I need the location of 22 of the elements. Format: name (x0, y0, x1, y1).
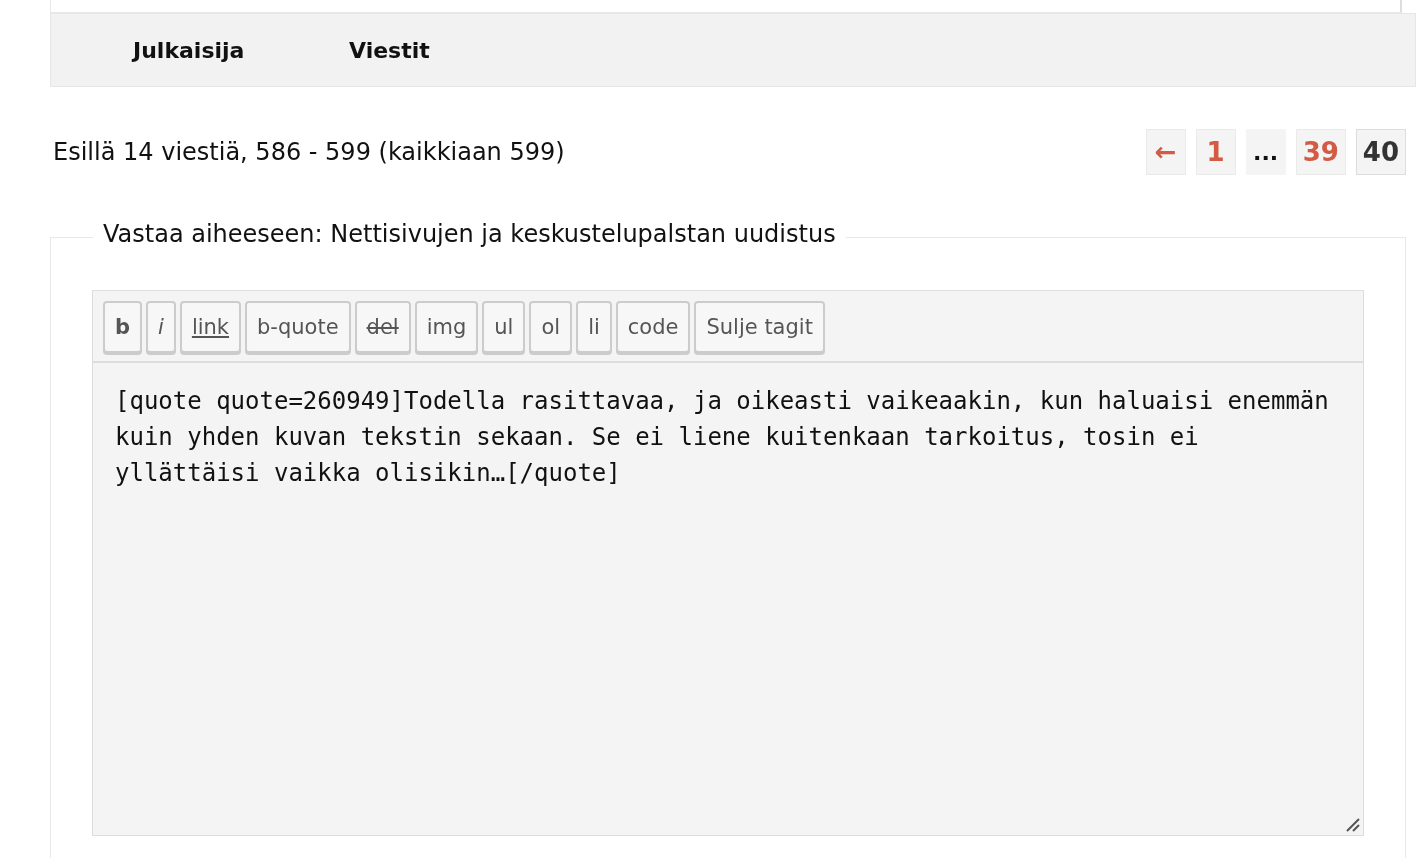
format-button[interactable]: img (414, 301, 479, 353)
page-link[interactable]: 39 (1295, 129, 1346, 175)
format-button[interactable]: link (179, 301, 242, 353)
message-field[interactable]: [quote quote=260949]Todella rasittavaa, ja oikeasti vaikeaakin, kun haluaisi enemmän kuin yhden kuvan tekstin sekaan. Se ei liene kuitenkaan tarkoitus, tosin ei yllättäisi vaikka olisikin…[/quote] (92, 362, 1364, 836)
page-link[interactable]: 1 (1195, 129, 1236, 175)
reply-form-title: Vastaa aiheeseen: Nettisivujen ja keskustelupalstan uudistus (93, 220, 846, 248)
format-button[interactable]: Sulje tagit (694, 301, 825, 353)
format-button[interactable]: i (146, 301, 176, 353)
format-button[interactable]: b-quote (245, 301, 351, 353)
column-header: Viestit (349, 37, 430, 63)
resize-handle-icon[interactable] (1346, 818, 1360, 832)
pagination-ellipsis: ... (1245, 129, 1286, 175)
post-count-text: Esillä 14 viestiä, 586 - 599 (kaikkiaan 599) (53, 138, 565, 166)
format-button[interactable]: code (615, 301, 691, 353)
format-button[interactable]: ul (482, 301, 526, 353)
page-link[interactable]: ← (1145, 129, 1186, 175)
format-button[interactable]: ol (529, 301, 573, 353)
column-header: Julkaisija (133, 37, 246, 63)
format-button[interactable]: b (103, 301, 143, 353)
format-button[interactable]: del (354, 301, 411, 353)
format-button[interactable]: li (576, 301, 612, 353)
page-link[interactable]: 40 (1355, 129, 1406, 175)
